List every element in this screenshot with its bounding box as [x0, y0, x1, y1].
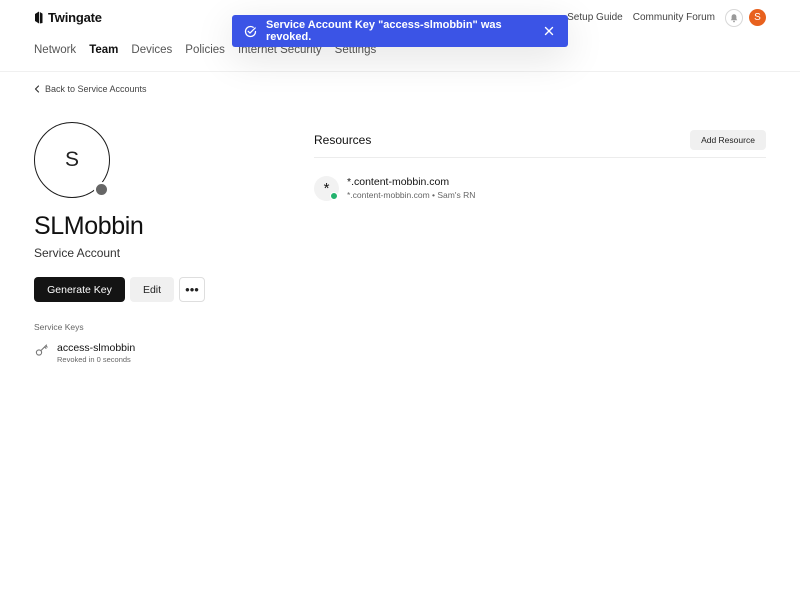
twingate-logo[interactable]: Twingate: [34, 9, 102, 25]
revoked-toast: Service Account Key "access-slmobbin" wa…: [232, 15, 568, 47]
back-to-service-accounts-link[interactable]: Back to Service Accounts: [34, 84, 147, 94]
service-keys-heading: Service Keys: [34, 322, 84, 332]
page-title: SLMobbin: [34, 212, 144, 240]
status-indicator: [94, 182, 109, 197]
top-links: Setup Guide Community Forum: [567, 12, 715, 23]
tab-policies[interactable]: Policies: [185, 44, 225, 56]
check-circle-icon: [244, 25, 257, 37]
resource-status-dot: [330, 192, 338, 200]
toast-close-button[interactable]: [542, 24, 556, 38]
more-options-button[interactable]: •••: [179, 277, 205, 302]
back-link-label: Back to Service Accounts: [45, 84, 147, 94]
edit-button[interactable]: Edit: [130, 277, 174, 302]
account-type-label: Service Account: [34, 246, 121, 260]
twingate-logo-icon: [35, 11, 43, 23]
toast-message: Service Account Key "access-slmobbin" wa…: [266, 19, 502, 43]
setup-guide-link[interactable]: Setup Guide: [567, 12, 623, 23]
service-key-status: Revoked in 0 seconds: [57, 355, 131, 364]
tab-team[interactable]: Team: [89, 44, 118, 56]
add-resource-button[interactable]: Add Resource: [690, 130, 766, 150]
tab-devices[interactable]: Devices: [131, 44, 172, 56]
community-forum-link[interactable]: Community Forum: [633, 12, 715, 23]
close-icon: [544, 26, 554, 36]
logo-text: Twingate: [48, 9, 102, 25]
chevron-left-icon: [34, 85, 40, 93]
key-icon: [35, 344, 48, 356]
tab-network[interactable]: Network: [34, 44, 76, 56]
user-avatar[interactable]: S: [749, 9, 766, 26]
resources-divider: [314, 157, 766, 158]
resource-name[interactable]: *.content-mobbin.com: [347, 176, 449, 188]
service-key-name[interactable]: access-slmobbin: [57, 342, 135, 354]
resources-heading: Resources: [314, 133, 372, 147]
generate-key-button[interactable]: Generate Key: [34, 277, 125, 302]
bell-icon: [730, 14, 738, 23]
notifications-button[interactable]: [725, 9, 743, 27]
resource-detail: *.content-mobbin.com • Sam's RN: [347, 190, 476, 200]
